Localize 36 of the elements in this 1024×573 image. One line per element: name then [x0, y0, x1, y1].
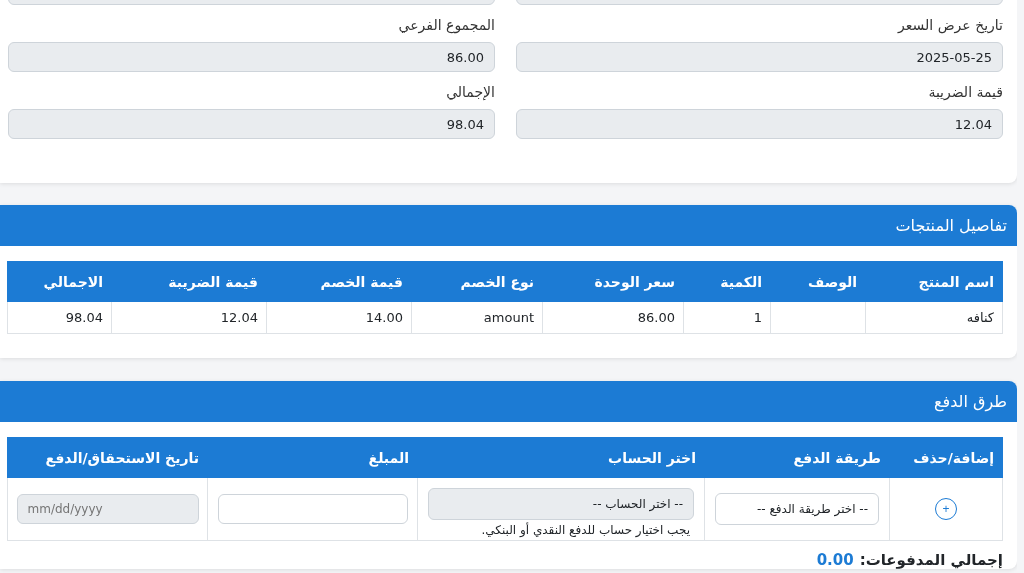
column-header: قيمة الخصم [266, 261, 412, 302]
column-header: نوع الخصم [411, 261, 543, 302]
table-cell: 1 [683, 301, 771, 334]
table-cell: 14.00 [266, 301, 412, 334]
text-field[interactable]: 98.04 [8, 109, 495, 139]
total-value: 0.00 [816, 551, 854, 569]
table-cell: كنافه [865, 301, 1003, 334]
text-field[interactable]: 2025-05-25 [516, 42, 1003, 72]
section-title: طرق الدفع [934, 392, 1007, 411]
column-header: اسم المنتج [865, 261, 1003, 302]
amount-field[interactable] [217, 494, 408, 524]
total-label: إجمالي المدفوعات: [859, 551, 1003, 569]
payment-method-select[interactable]: -- اختر طريقة الدفع -- [715, 493, 879, 525]
column-header: الكمية [683, 261, 771, 302]
column-header: إضافة/حذف [889, 437, 1003, 478]
table-cell: 12.04 [111, 301, 267, 334]
column-header: قيمة الضريبة [111, 261, 267, 302]
column-header: تاريخ الاستحقاق/الدفع [7, 437, 208, 478]
add-button[interactable]: + [935, 498, 957, 520]
table-cell: amount [411, 301, 543, 334]
field-label: تاريخ عرض السعر [896, 17, 1003, 34]
field-label: المجموع الفرعي [397, 17, 495, 34]
column-header: المبلغ [207, 437, 418, 478]
section-title: تفاصيل المنتجات [895, 216, 1007, 235]
column-header: طريقة الدفع [704, 437, 890, 478]
text-field[interactable]: 12.04 [516, 109, 1003, 139]
field-label: قيمة الضريبة [927, 84, 1003, 101]
column-header: الوصف [770, 261, 866, 302]
table-cell: 86.00 [542, 301, 684, 334]
column-header: سعر الوحدة [542, 261, 684, 302]
table-cell: 98.04 [7, 301, 112, 334]
column-header: اختر الحساب [417, 437, 705, 478]
text-field[interactable]: 86.00 [8, 42, 495, 72]
help-text: يجب اختيار حساب للدفع النقدي أو البنكي. [480, 522, 690, 537]
column-header: الاجمالي [7, 261, 112, 302]
field-label: الإجمالي [445, 84, 495, 101]
